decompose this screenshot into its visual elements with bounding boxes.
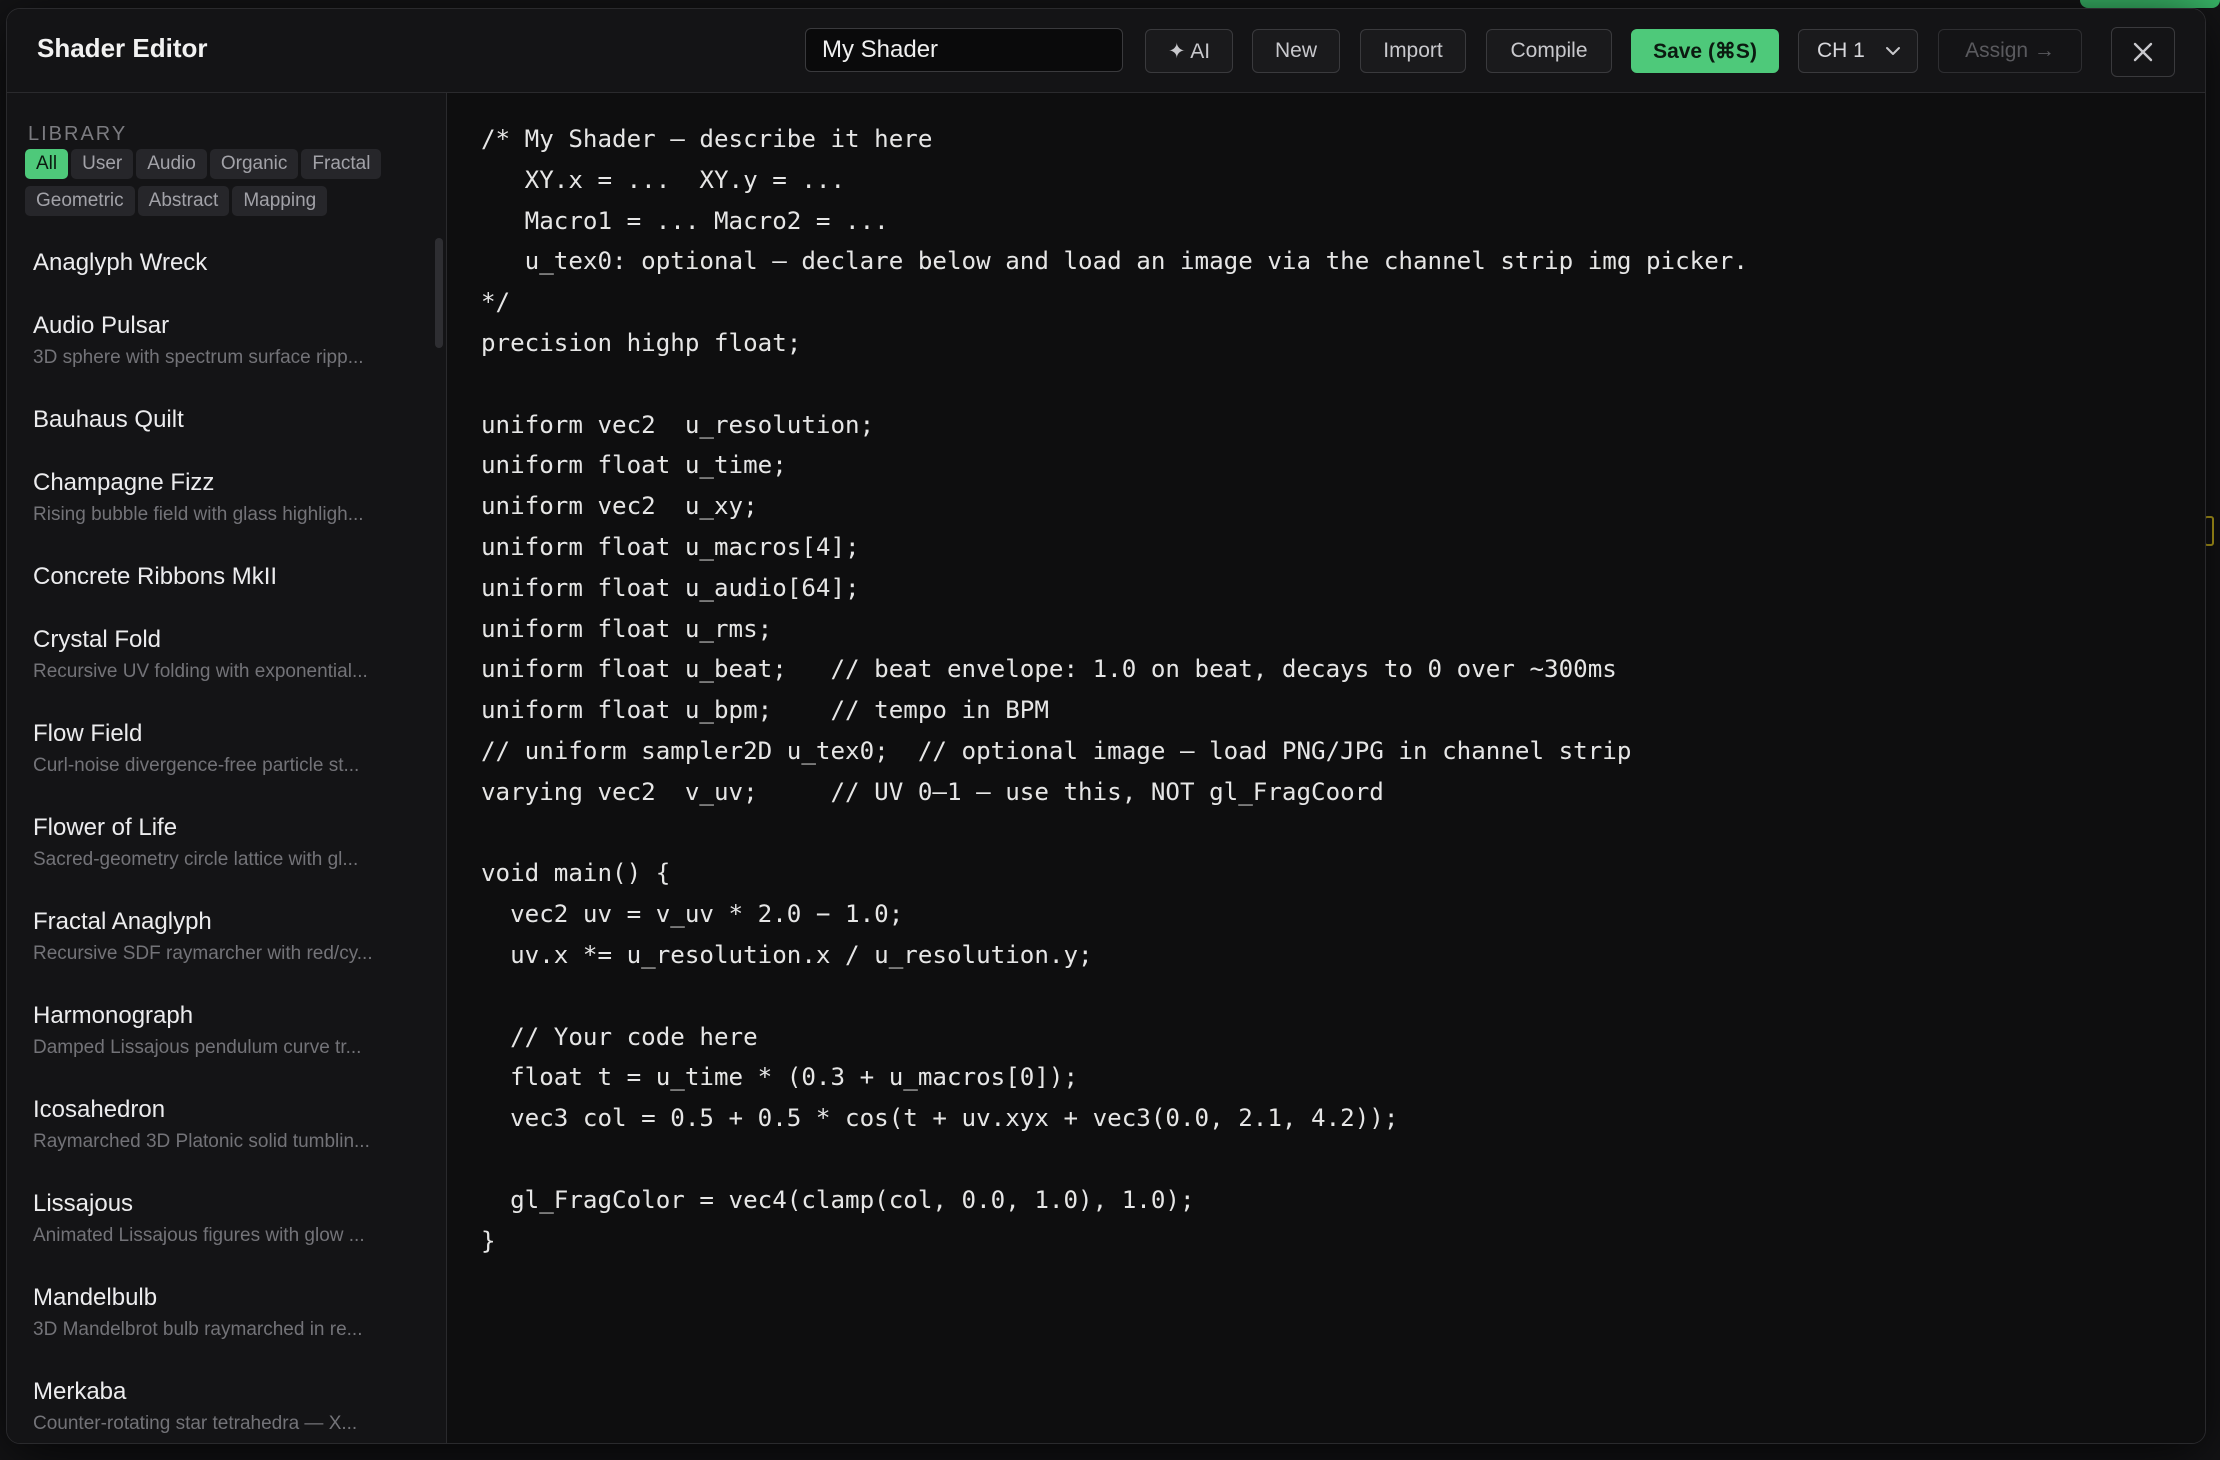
library-item[interactable]: Icosahedron Raymarched 3D Platonic solid … [33,1090,423,1184]
library-item[interactable]: Bauhaus Quilt [33,400,423,463]
library-heading: LIBRARY [28,123,128,145]
library-item-name: Bauhaus Quilt [33,406,184,433]
library-list: Anaglyph Wreck Audio Pulsar 3D sphere with… [33,243,423,1443]
import-button[interactable]: Import [1360,29,1466,73]
code-line[interactable]: precision highp float; [481,323,1748,364]
code-line[interactable]: void main() { [481,853,1748,894]
code-line[interactable]: } [481,1221,1748,1262]
code-line[interactable]: // Your code here [481,1017,1748,1058]
code-line[interactable] [481,1139,1748,1180]
library-item[interactable]: Harmonograph Damped Lissajous pendulum cu… [33,996,423,1090]
library-item-description: Sacred-geometry circle lattice with gl..… [33,849,359,870]
library-item-name: Audio Pulsar [33,312,170,339]
code-line[interactable]: vec2 uv = v_uv * 2.0 − 1.0; [481,894,1748,935]
library-item-description: Recursive UV folding with exponential... [33,661,368,682]
library-item[interactable]: Concrete Ribbons MkII [33,557,423,620]
code-text[interactable]: /* My Shader — describe it here XY.x = .… [481,119,1748,1261]
shader-name-input[interactable] [805,28,1123,72]
library-item[interactable]: Lissajous Animated Lissajous figures with… [33,1184,423,1278]
channel-select-value: CH 1 [1817,39,1865,62]
library-scrollbar[interactable] [435,238,443,348]
shader-editor-modal: Shader Editor ✦ AI New Import Compile Sa… [6,8,2206,1444]
library-item-description: Animated Lissajous figures with glow ... [33,1225,365,1246]
compile-button[interactable]: Compile [1486,29,1612,73]
filter-chip-user[interactable]: User [71,149,134,179]
close-icon [2133,42,2153,62]
filter-chip-mapping[interactable]: Mapping [232,186,328,216]
filter-chip-all[interactable]: All [25,149,69,179]
code-line[interactable]: uniform float u_rms; [481,609,1748,650]
library-item[interactable]: Audio Pulsar 3D sphere with spectrum surf… [33,306,423,400]
library-item-name: Crystal Fold [33,626,162,653]
library-item-name: Icosahedron [33,1096,166,1123]
library-item[interactable]: Mandelbulb 3D Mandelbrot bulb raymarched … [33,1278,423,1372]
code-line[interactable]: /* My Shader — describe it here [481,119,1748,160]
library-item-name: Anaglyph Wreck [33,249,208,276]
code-line[interactable]: Macro1 = ... Macro2 = ... [481,201,1748,242]
code-line[interactable]: uniform vec2 u_resolution; [481,405,1748,446]
library-item-description: Curl-noise divergence-free particle st..… [33,755,360,776]
code-line[interactable]: */ [481,282,1748,323]
code-line[interactable]: uniform vec2 u_xy; [481,486,1748,527]
library-item-name: Harmonograph [33,1002,194,1029]
ai-button[interactable]: ✦ AI [1145,29,1233,73]
code-line[interactable]: // uniform sampler2D u_tex0; // optional… [481,731,1748,772]
code-line[interactable]: u_tex0: optional — declare below and loa… [481,241,1748,282]
filter-chip-audio[interactable]: Audio [136,149,207,179]
code-line[interactable] [481,813,1748,854]
library-sidebar: LIBRARY All User Audio Organic Fractal Geomet… [7,93,447,1443]
channel-select[interactable]: CH 1 [1798,29,1918,73]
code-line[interactable]: varying vec2 v_uv; // UV 0–1 — use this,… [481,772,1748,813]
library-item-name: Flow Field [33,720,143,747]
code-line[interactable]: uniform float u_bpm; // tempo in BPM [481,690,1748,731]
filter-chip-organic[interactable]: Organic [209,149,299,179]
library-item-description: Damped Lissajous pendulum curve tr... [33,1037,362,1058]
code-line[interactable] [481,364,1748,405]
code-line[interactable]: gl_FragColor = vec4(clamp(col, 0.0, 1.0)… [481,1180,1748,1221]
code-line[interactable] [481,976,1748,1017]
library-item[interactable]: Crystal Fold Recursive UV folding with ex… [33,620,423,714]
library-item-name: Concrete Ribbons MkII [33,563,278,590]
library-item[interactable]: Anaglyph Wreck [33,243,423,306]
library-item-name: Flower of Life [33,814,178,841]
library-item-name: Lissajous [33,1190,134,1217]
modal-header: Shader Editor ✦ AI New Import Compile Sa… [7,9,2205,93]
library-item[interactable]: Champagne Fizz Rising bubble field with g… [33,463,423,557]
new-button[interactable]: New [1252,29,1340,73]
library-item[interactable]: Flow Field Curl-noise divergence-free par… [33,714,423,808]
library-item-description: 3D sphere with spectrum surface ripp... [33,347,364,368]
save-button[interactable]: Save (⌘S) [1631,29,1779,73]
library-item-name: Champagne Fizz [33,469,215,496]
library-item-description: Rising bubble field with glass highligh.… [33,504,364,525]
close-button[interactable] [2111,27,2175,77]
library-item-description: 3D Mandelbrot bulb raymarched in re... [33,1319,363,1340]
filter-chip-geometric[interactable]: Geometric [25,186,135,216]
filter-chip-fractal[interactable]: Fractal [301,149,382,179]
code-line[interactable]: uniform float u_time; [481,445,1748,486]
code-editor[interactable]: /* My Shader — describe it here XY.x = .… [448,93,2205,1443]
background-indicator [2080,0,2220,8]
library-item[interactable]: Flower of Life Sacred-geometry circle lat… [33,808,423,902]
library-item-name: Mandelbulb [33,1284,158,1311]
code-line[interactable]: XY.x = ... XY.y = ... [481,160,1748,201]
filter-chip-abstract[interactable]: Abstract [137,186,230,216]
library-item[interactable]: Merkaba Counter-rotating star tetrahedra … [33,1372,423,1443]
code-line[interactable]: uniform float u_audio[64]; [481,568,1748,609]
code-line[interactable]: vec3 col = 0.5 + 0.5 * cos(t + uv.xyx + … [481,1098,1748,1139]
code-line[interactable]: uv.x *= u_resolution.x / u_resolution.y; [481,935,1748,976]
code-line[interactable]: uniform float u_macros[4]; [481,527,1748,568]
assign-button[interactable]: Assign → [1938,29,2082,73]
chevron-down-icon [1886,47,1900,55]
library-item-description: Recursive SDF raymarcher with red/cy... [33,943,373,964]
library-item[interactable]: Fractal Anaglyph Recursive SDF raymarcher… [33,902,423,996]
modal-title: Shader Editor [37,33,208,63]
library-item-name: Merkaba [33,1378,127,1405]
code-line[interactable]: float t = u_time * (0.3 + u_macros[0]); [481,1057,1748,1098]
library-filter-chips: All User Audio Organic Fractal Geometric Abstr… [25,149,435,223]
library-item-description: Raymarched 3D Platonic solid tumblin... [33,1131,370,1152]
code-line[interactable]: uniform float u_beat; // beat envelope: … [481,649,1748,690]
library-item-description: Counter-rotating star tetrahedra — X... [33,1413,358,1434]
library-item-name: Fractal Anaglyph [33,908,212,935]
